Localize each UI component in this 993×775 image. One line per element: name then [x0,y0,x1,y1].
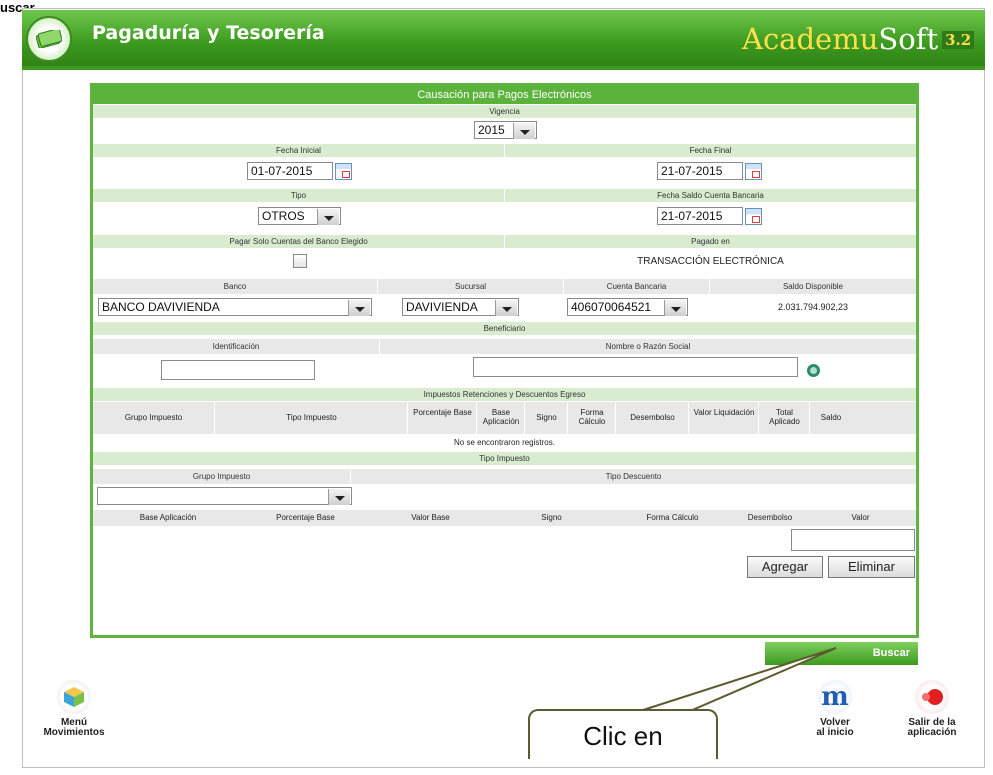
volver-inicio-button[interactable]: m Volver al inicio [795,680,875,738]
sucursal-value: DAVIVIENDA [406,300,478,314]
grupo-impuesto-select[interactable] [97,487,352,505]
salir-line2: aplicación [907,727,957,738]
sucursal-label: Sucursal [378,279,563,294]
col-base-aplicacion: Base Aplicación [478,402,525,434]
vigencia-label: Vigencia [93,105,916,118]
volver-line2: al inicio [816,727,854,738]
banco-select[interactable]: BANCO DAVIVIENDA [98,298,372,316]
identificacion-input[interactable] [161,360,315,380]
exit-icon [915,680,949,714]
detalle-table-header: Base Aplicación Porcentaje Base Valor Ba… [93,510,916,526]
grupo-impuesto-label: Grupo Impuesto [93,469,350,484]
beneficiario-label: Beneficiario [93,322,916,335]
chevron-down-icon [328,489,350,505]
pagado-en-value: TRANSACCIÓN ELECTRÓNICA [637,256,784,267]
identificacion-label: Identificación [93,339,379,354]
col-saldo: Saldo [820,413,842,422]
cuenta-select[interactable]: 406070064521 [567,298,688,316]
valor-input[interactable] [791,529,915,551]
chevron-down-icon [495,300,517,316]
fecha-inicial-label: Fecha Inicial [93,144,504,157]
col-signo: Signo [541,513,562,522]
col-valor-liquidacion: Valor Liquidación [690,402,759,434]
col-forma-calculo: Forma Cálculo [569,402,616,434]
app-header: Pagaduría y Tesorería AcademuSoft 3.2 [22,10,985,66]
banco-value: BANCO DAVIVIENDA [102,300,220,314]
fecha-final-input[interactable]: 21-07-2015 [657,162,743,180]
vigencia-select[interactable]: 2015 [474,121,537,139]
col-grupo-impuesto: Grupo Impuesto [93,402,215,434]
vigencia-value: 2015 [478,123,505,137]
col-desembolso: Desembolso [747,513,793,522]
impuestos-table-header: Grupo Impuesto Tipo Impuesto Porcentaje … [93,402,916,434]
nombre-input[interactable] [473,357,798,377]
causacion-form: Causación para Pagos Electrónicos Vigenc… [90,83,919,638]
fecha-final-label: Fecha Final [505,144,916,157]
chevron-down-icon [348,300,370,316]
sucursal-select[interactable]: DAVIVIENDA [402,298,519,316]
module-title: Pagaduría y Tesorería [92,22,325,44]
col-tipo-impuesto: Tipo Impuesto [216,402,408,434]
pagado-en-label: Pagado en [505,235,916,248]
menu-line2: Movimientos [43,727,105,738]
col-base-aplicacion: Base Aplicación [139,513,197,522]
tipo-value: OTROS [262,209,305,223]
cuenta-label: Cuenta Bancaria [564,279,709,294]
col-porcentaje-base: Porcentaje Base [276,513,335,522]
fecha-inicial-input[interactable]: 01-07-2015 [247,162,333,180]
tipo-impuesto-label: Tipo Impuesto [93,452,916,465]
cube-icon [57,680,91,714]
tipo-label: Tipo [93,189,504,202]
form-title: Causación para Pagos Electrónicos [93,86,916,104]
impuestos-label: Impuestos Retenciones y Descuentos Egres… [93,388,916,401]
chevron-down-icon [317,209,339,225]
col-total-aplicado: Total Aplicado [760,402,810,434]
col-valor: Valor [851,513,870,522]
tipo-descuento-label: Tipo Descuento [351,469,916,484]
calendar-icon[interactable] [745,208,762,225]
col-porcentaje-base: Porcentaje Base [409,402,477,434]
chevron-down-icon [513,123,535,139]
saldo-label: Saldo Disponible [710,279,916,294]
home-icon: m [818,680,852,714]
cuenta-value: 406070064521 [571,300,652,314]
pagar-solo-label: Pagar Solo Cuentas del Banco Elegido [93,235,504,248]
calendar-icon[interactable] [335,163,352,180]
menu-movimientos-button[interactable]: Menú Movimientos [34,680,114,738]
tipo-select[interactable]: OTROS [258,207,341,225]
col-valor-base: Valor Base [411,513,450,522]
no-records-message: No se encontraron registros. [454,438,555,447]
banco-label: Banco [93,279,377,294]
search-icon[interactable] [807,364,820,377]
col-forma-calculo: Forma Cálculo [646,513,699,522]
brand-logo: AcademuSoft 3.2 [742,22,975,56]
nombre-label: Nombre o Razón Social [380,339,916,354]
agregar-button[interactable]: Agregar [747,556,823,578]
eliminar-button[interactable]: Eliminar [828,556,915,578]
calendar-icon[interactable] [745,163,762,180]
saldo-value: 2.031.794.902,23 [777,302,849,312]
salir-aplicacion-button[interactable]: Salir de la aplicación [892,680,972,738]
pagar-solo-checkbox[interactable] [293,254,307,268]
money-icon [26,16,72,62]
col-desembolso: Desembolso [617,402,689,434]
callout-note: Clic en [528,709,718,759]
col-signo: Signo [526,402,568,434]
fecha-saldo-label: Fecha Saldo Cuenta Bancaria [505,189,916,202]
buscar-button[interactable]: Buscar [765,642,918,665]
chevron-down-icon [664,300,686,316]
header-underline [22,66,985,70]
fecha-saldo-input[interactable]: 21-07-2015 [657,207,743,225]
